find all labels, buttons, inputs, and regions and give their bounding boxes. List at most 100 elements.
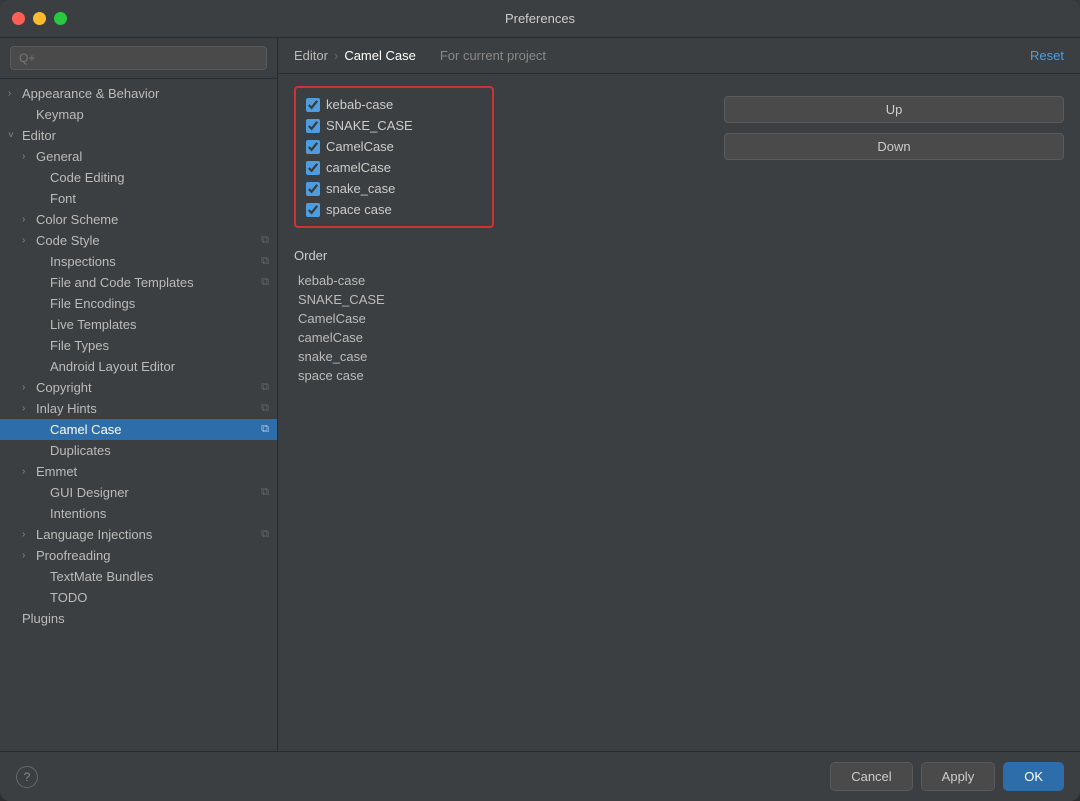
reset-button[interactable]: Reset: [1030, 48, 1064, 63]
sidebar-tree: › Appearance & Behavior Keymap ˅ Editor …: [0, 79, 277, 751]
chevron-icon: ›: [22, 550, 36, 561]
sidebar-item-file-types[interactable]: File Types: [0, 335, 277, 356]
order-item: space case: [294, 366, 494, 385]
sidebar-item-android-layout-editor[interactable]: Android Layout Editor: [0, 356, 277, 377]
checkbox-kebab-case[interactable]: [306, 98, 320, 112]
checkbox-camel-case-upper[interactable]: [306, 140, 320, 154]
sidebar-item-code-style[interactable]: › Code Style ⧉: [0, 230, 277, 251]
sidebar-item-label: Proofreading: [36, 548, 110, 563]
sidebar-item-label: Inspections: [50, 254, 116, 269]
right-panel: Editor › Camel Case For current project …: [278, 38, 1080, 751]
sidebar-item-label: Color Scheme: [36, 212, 118, 227]
window-title: Preferences: [505, 11, 575, 26]
up-button[interactable]: Up: [724, 96, 1064, 123]
sidebar-item-inlay-hints[interactable]: › Inlay Hints ⧉: [0, 398, 277, 419]
checkbox-item-snake-case-lower: snake_case: [302, 178, 486, 199]
help-label: ?: [24, 770, 31, 784]
chevron-icon: ›: [22, 466, 36, 477]
sidebar-item-label: Plugins: [22, 611, 65, 626]
sidebar-item-copyright[interactable]: › Copyright ⧉: [0, 377, 277, 398]
sidebar-item-language-injections[interactable]: › Language Injections ⧉: [0, 524, 277, 545]
breadcrumb-parent: Editor: [294, 48, 328, 63]
sidebar-item-editor[interactable]: ˅ Editor: [0, 125, 277, 146]
checkbox-snake-case-lower[interactable]: [306, 182, 320, 196]
sidebar-item-code-editing[interactable]: Code Editing: [0, 167, 277, 188]
titlebar: Preferences: [0, 0, 1080, 38]
sidebar: › Appearance & Behavior Keymap ˅ Editor …: [0, 38, 278, 751]
window-controls: [12, 12, 67, 25]
copy-icon: ⧉: [261, 255, 269, 268]
checkbox-snake-case-upper[interactable]: [306, 119, 320, 133]
sidebar-item-label: Appearance & Behavior: [22, 86, 159, 101]
checkbox-item-camel-case-upper: CamelCase: [302, 136, 486, 157]
sidebar-item-file-code-templates[interactable]: File and Code Templates ⧉: [0, 272, 277, 293]
sidebar-item-intentions[interactable]: Intentions: [0, 503, 277, 524]
sidebar-item-label: Code Style: [36, 233, 100, 248]
sidebar-item-file-encodings[interactable]: File Encodings: [0, 293, 277, 314]
sidebar-item-camel-case[interactable]: Camel Case ⧉: [0, 419, 277, 440]
checkbox-item-space-case: space case: [302, 199, 486, 220]
cancel-button[interactable]: Cancel: [830, 762, 912, 791]
sidebar-item-label: TextMate Bundles: [50, 569, 153, 584]
chevron-icon: ˅: [8, 130, 22, 141]
sidebar-item-label: File and Code Templates: [50, 275, 194, 290]
sidebar-item-textmate-bundles[interactable]: TextMate Bundles: [0, 566, 277, 587]
ok-button[interactable]: OK: [1003, 762, 1064, 791]
checkbox-item-camel-case-lower: camelCase: [302, 157, 486, 178]
order-section: Order kebab-case SNAKE_CASE CamelCase ca…: [294, 248, 494, 385]
copy-icon: ⧉: [261, 381, 269, 394]
minimize-button[interactable]: [33, 12, 46, 25]
chevron-icon: ›: [22, 403, 36, 414]
checkbox-label: kebab-case: [326, 97, 393, 112]
sidebar-item-label: Language Injections: [36, 527, 152, 542]
sidebar-item-duplicates[interactable]: Duplicates: [0, 440, 277, 461]
sidebar-item-font[interactable]: Font: [0, 188, 277, 209]
down-button[interactable]: Down: [724, 133, 1064, 160]
close-button[interactable]: [12, 12, 25, 25]
sidebar-item-label: Camel Case: [50, 422, 122, 437]
copy-icon: ⧉: [261, 276, 269, 289]
order-item: snake_case: [294, 347, 494, 366]
copy-icon: ⧉: [261, 423, 269, 436]
checkbox-group: kebab-case SNAKE_CASE CamelCase cam: [294, 86, 494, 228]
checkbox-space-case[interactable]: [306, 203, 320, 217]
sidebar-item-keymap[interactable]: Keymap: [0, 104, 277, 125]
sidebar-item-proofreading[interactable]: › Proofreading: [0, 545, 277, 566]
sidebar-item-emmet[interactable]: › Emmet: [0, 461, 277, 482]
search-input[interactable]: [10, 46, 267, 70]
sidebar-item-appearance[interactable]: › Appearance & Behavior: [0, 83, 277, 104]
sidebar-item-general[interactable]: › General: [0, 146, 277, 167]
breadcrumb: Editor › Camel Case: [294, 48, 416, 63]
panel-header: Editor › Camel Case For current project …: [278, 38, 1080, 74]
order-item: SNAKE_CASE: [294, 290, 494, 309]
sidebar-item-label: General: [36, 149, 82, 164]
checkbox-camel-case-lower[interactable]: [306, 161, 320, 175]
sidebar-item-label: TODO: [50, 590, 87, 605]
order-item: kebab-case: [294, 271, 494, 290]
for-project-label: For current project: [440, 48, 546, 63]
sidebar-item-label: File Encodings: [50, 296, 135, 311]
maximize-button[interactable]: [54, 12, 67, 25]
help-button[interactable]: ?: [16, 766, 38, 788]
sidebar-item-gui-designer[interactable]: GUI Designer ⧉: [0, 482, 277, 503]
checkbox-item-kebab-case: kebab-case: [302, 94, 486, 115]
checkbox-label: CamelCase: [326, 139, 394, 154]
checkbox-label: snake_case: [326, 181, 395, 196]
sidebar-item-label: Font: [50, 191, 76, 206]
preferences-window: Preferences › Appearance & Behavior Keym…: [0, 0, 1080, 801]
copy-icon: ⧉: [261, 234, 269, 247]
sidebar-item-label: Code Editing: [50, 170, 124, 185]
order-buttons: Up Down: [724, 86, 1064, 160]
search-box: [0, 38, 277, 79]
sidebar-item-label: Duplicates: [50, 443, 111, 458]
sidebar-item-label: Emmet: [36, 464, 77, 479]
main-content: › Appearance & Behavior Keymap ˅ Editor …: [0, 38, 1080, 751]
sidebar-item-live-templates[interactable]: Live Templates: [0, 314, 277, 335]
left-section: kebab-case SNAKE_CASE CamelCase cam: [294, 86, 494, 739]
sidebar-item-inspections[interactable]: Inspections ⧉: [0, 251, 277, 272]
sidebar-item-color-scheme[interactable]: › Color Scheme: [0, 209, 277, 230]
sidebar-item-plugins[interactable]: Plugins: [0, 608, 277, 629]
apply-button[interactable]: Apply: [921, 762, 996, 791]
sidebar-item-todo[interactable]: TODO: [0, 587, 277, 608]
sidebar-item-label: Editor: [22, 128, 56, 143]
